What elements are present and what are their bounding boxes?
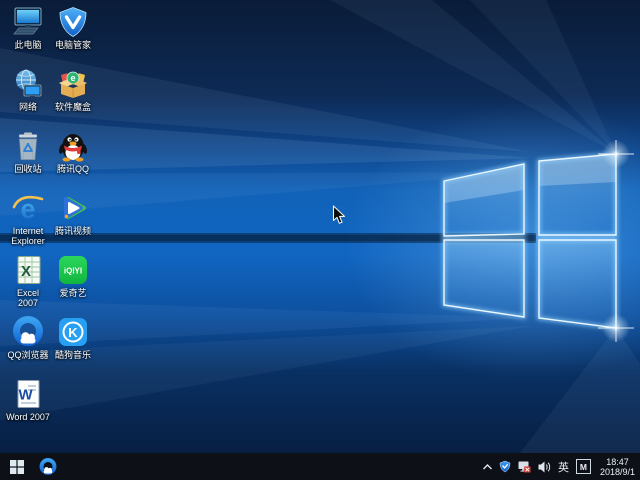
desktop-icon-label: Internet Explorer — [11, 226, 45, 246]
desktop-icon-internet-explorer[interactable]: e Internet Explorer — [6, 192, 50, 246]
taskbar-clock[interactable]: 18:47 2018/9/1 — [598, 457, 637, 477]
desktop-icon-iqiyi[interactable]: iQIYI 爱奇艺 — [51, 254, 95, 298]
blue-ring-cloud-icon — [13, 316, 43, 346]
desktop-icon-label: 电脑管家 — [54, 40, 91, 50]
start-button[interactable] — [0, 453, 34, 480]
desktop-icon-excel-2007[interactable]: X Excel 2007 — [6, 254, 50, 308]
recycle-bin-icon — [19, 132, 37, 160]
desktop-icon-label: Word 2007 — [6, 412, 50, 422]
k-circle-icon: K — [59, 318, 87, 346]
desktop-icon-label: 回收站 — [14, 164, 42, 174]
shield-icon[interactable] — [499, 460, 511, 473]
desktop-icon-this-pc[interactable]: 此电脑 — [6, 6, 50, 50]
ime-mode-indicator[interactable]: M — [575, 459, 591, 474]
svg-text:e: e — [70, 73, 75, 83]
play-triangle-icon — [64, 197, 86, 219]
desktop-icon-network[interactable]: 网络 — [6, 68, 50, 112]
open-box-icon: e — [59, 71, 87, 98]
taskbar: 英 M 18:47 2018/9/1 — [0, 453, 640, 480]
desktop-icon-recycle-bin[interactable]: 回收站 — [6, 130, 50, 174]
desktop-icon-label: Excel 2007 — [16, 288, 39, 308]
desktop-icon-label: 爱奇艺 — [59, 288, 87, 298]
desktop-icon-label: 腾讯QQ — [56, 164, 89, 174]
chevron-up-icon[interactable] — [482, 463, 492, 470]
penguin-icon — [59, 134, 87, 162]
start-icon — [10, 459, 24, 474]
ie-e-icon: e — [12, 194, 44, 224]
desktop-icon-label: QQ浏览器 — [7, 350, 49, 360]
system-tray: 英 M 18:47 2018/9/1 — [482, 457, 640, 477]
svg-text:X: X — [21, 263, 31, 280]
svg-text:iQIYI: iQIYI — [64, 267, 82, 276]
desktop-icon-label: 网络 — [18, 102, 37, 112]
speaker-icon[interactable] — [538, 461, 551, 473]
desktop-icon-pc-manager[interactable]: 电脑管家 — [51, 6, 95, 50]
svg-text:K: K — [68, 325, 78, 340]
computer-monitor-icon — [13, 7, 42, 35]
desktop-icon-label: 软件魔盒 — [54, 102, 91, 112]
svg-text:W: W — [19, 387, 34, 404]
desktop-icon-word-2007[interactable]: W Word 2007 — [6, 378, 50, 422]
desktop-icon-software-box[interactable]: e 软件魔盒 — [51, 68, 95, 112]
qq-browser-icon — [39, 457, 57, 475]
clock-time: 18:47 — [606, 456, 629, 467]
ime-language-indicator[interactable]: 英 — [558, 459, 569, 475]
network-error-icon[interactable] — [518, 461, 531, 473]
desktop-icon-label: 腾讯视频 — [54, 226, 91, 236]
taskbar-qq-browser-button[interactable] — [34, 453, 62, 480]
clock-date: 2018/9/1 — [599, 466, 635, 477]
blue-shield-icon — [59, 7, 87, 37]
globe-monitor-icon — [16, 69, 42, 98]
desktop-icon-label: 酷狗音乐 — [54, 350, 91, 360]
desktop-icon-label: 此电脑 — [14, 40, 42, 50]
excel-spreadsheet-icon: X — [17, 256, 41, 284]
word-document-icon: W — [17, 380, 40, 408]
desktop-icon-qq-browser[interactable]: QQ浏览器 — [6, 316, 50, 360]
desktop-icon-tencent-video[interactable]: 腾讯视频 — [51, 192, 95, 236]
desktop-icon-kugou-music[interactable]: K 酷狗音乐 — [51, 316, 95, 360]
desktop-icon-tencent-qq[interactable]: 腾讯QQ — [51, 130, 95, 174]
iqiyi-logo-icon: iQIYI — [59, 256, 87, 284]
desktop-wallpaper — [0, 0, 640, 453]
